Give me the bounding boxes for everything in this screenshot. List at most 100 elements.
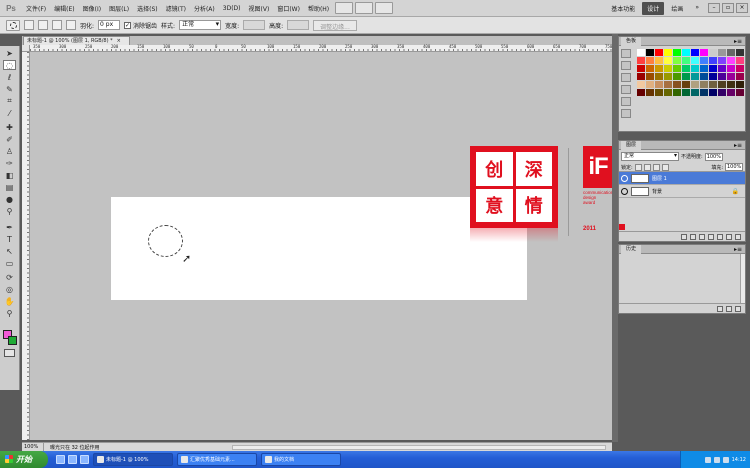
style-select[interactable]: 正常 xyxy=(179,20,222,30)
elliptical-marquee-preset-icon[interactable] xyxy=(6,19,20,31)
lasso-tool-icon[interactable]: ℓ xyxy=(3,72,16,82)
layer-thumbnail[interactable] xyxy=(631,173,649,183)
history-brush-tool-icon[interactable]: ✑ xyxy=(3,158,16,168)
styles-panel-icon[interactable] xyxy=(621,85,631,94)
intersect-selection-icon[interactable] xyxy=(66,20,76,30)
quick-mask-icon[interactable] xyxy=(4,349,15,357)
lock-transparent-icon[interactable] xyxy=(634,163,642,171)
color-swatch[interactable] xyxy=(736,81,744,88)
menu-image[interactable]: 图像(I) xyxy=(79,4,105,13)
menu-filter[interactable]: 滤镜(T) xyxy=(162,4,190,13)
color-swatch[interactable] xyxy=(637,89,645,96)
new-document-from-state-icon[interactable] xyxy=(717,305,723,312)
color-swatch[interactable] xyxy=(718,89,726,96)
layer-row[interactable]: 图层 1 xyxy=(619,172,745,185)
color-swatch[interactable] xyxy=(682,81,690,88)
color-swatch[interactable] xyxy=(709,57,717,64)
elliptical-marquee-tool-icon[interactable]: ◌ xyxy=(3,60,16,70)
3d-orbit-tool-icon[interactable]: ◎ xyxy=(3,284,16,294)
browser-icon[interactable] xyxy=(68,455,77,464)
menu-window[interactable]: 窗口(W) xyxy=(273,4,304,13)
clone-source-panel-icon[interactable] xyxy=(621,109,631,118)
color-swatch[interactable] xyxy=(736,57,744,64)
tab-swatches[interactable]: 色板 xyxy=(621,37,642,46)
workspace-essentials[interactable]: 基本功能 xyxy=(606,2,640,15)
antialias-checkbox[interactable]: ✓ 消除锯齿 xyxy=(124,21,157,30)
color-swatch[interactable] xyxy=(664,49,672,56)
menu-edit[interactable]: 编辑(E) xyxy=(50,4,78,13)
color-swatch[interactable] xyxy=(709,89,717,96)
layers-menu-icon[interactable]: ▸≡ xyxy=(734,142,742,149)
color-swatch[interactable] xyxy=(646,81,654,88)
color-swatch[interactable] xyxy=(664,57,672,64)
color-swatch[interactable] xyxy=(700,73,708,80)
delete-layer-icon[interactable] xyxy=(735,233,741,240)
layer-thumbnail[interactable] xyxy=(631,186,649,196)
refine-edge-button[interactable]: 调整边缘... xyxy=(313,19,357,31)
eyedropper-tool-icon[interactable]: ⁄ xyxy=(3,108,16,118)
menu-view[interactable]: 视图(V) xyxy=(245,4,274,13)
background-color-swatch[interactable] xyxy=(8,336,17,345)
color-panel-icon[interactable] xyxy=(621,49,631,58)
zoom-field[interactable]: 100% xyxy=(22,443,44,451)
color-swatch[interactable] xyxy=(673,81,681,88)
brush-tool-icon[interactable]: ✐ xyxy=(3,134,16,144)
new-group-icon[interactable] xyxy=(717,233,723,240)
task-documents[interactable]: 我的文档 xyxy=(261,453,341,466)
zoom-tool-icon[interactable]: ⚲ xyxy=(3,308,16,318)
zoom-level-button[interactable] xyxy=(375,2,394,14)
color-swatch[interactable] xyxy=(700,81,708,88)
dodge-tool-icon[interactable]: ⚲ xyxy=(3,206,16,216)
lock-position-icon[interactable] xyxy=(652,163,660,171)
color-swatch[interactable] xyxy=(646,73,654,80)
color-swatch[interactable] xyxy=(727,57,735,64)
workspace-painting[interactable]: 绘画 xyxy=(666,2,688,15)
vertical-ruler[interactable] xyxy=(22,52,30,440)
subtract-selection-icon[interactable] xyxy=(52,20,62,30)
ruler-origin[interactable] xyxy=(22,45,30,52)
close-button[interactable]: × xyxy=(736,3,748,13)
lock-image-icon[interactable] xyxy=(643,163,651,171)
new-layer-icon[interactable] xyxy=(726,233,732,240)
color-swatch[interactable] xyxy=(655,73,663,80)
layer-row[interactable]: 背景 🔒 xyxy=(619,185,745,198)
delete-state-icon[interactable] xyxy=(735,305,741,312)
color-swatch[interactable] xyxy=(637,57,645,64)
mini-bridge-button[interactable] xyxy=(355,2,374,14)
color-swatch[interactable] xyxy=(736,65,744,72)
color-swatch[interactable] xyxy=(646,49,654,56)
new-snapshot-icon[interactable] xyxy=(726,305,732,312)
color-swatch[interactable] xyxy=(691,65,699,72)
clone-stamp-tool-icon[interactable]: ♙ xyxy=(3,146,16,156)
color-swatch[interactable] xyxy=(682,73,690,80)
opacity-input[interactable]: 100% xyxy=(704,152,723,161)
color-swatch[interactable] xyxy=(709,73,717,80)
link-layers-icon[interactable] xyxy=(681,233,687,240)
color-swatch[interactable] xyxy=(673,65,681,72)
add-mask-icon[interactable] xyxy=(699,233,705,240)
menu-help[interactable]: 帮助(H) xyxy=(304,4,333,13)
blend-mode-select[interactable]: 正常 xyxy=(621,152,679,161)
tab-layers[interactable]: 图层 xyxy=(621,141,642,150)
menu-file[interactable]: 文件(F) xyxy=(22,4,50,13)
antialias-check-box[interactable]: ✓ xyxy=(124,21,132,29)
color-swatch[interactable] xyxy=(718,73,726,80)
layer-name[interactable]: 背景 xyxy=(652,188,662,195)
color-swatch[interactable] xyxy=(691,73,699,80)
color-swatch[interactable] xyxy=(655,49,663,56)
color-swatch[interactable] xyxy=(637,81,645,88)
crop-tool-icon[interactable]: ⌗ xyxy=(3,96,16,106)
adjustment-layer-icon[interactable] xyxy=(708,233,714,240)
lock-all-icon[interactable] xyxy=(661,163,669,171)
color-swatch[interactable] xyxy=(682,89,690,96)
minimize-button[interactable]: – xyxy=(708,3,720,13)
restore-button[interactable]: ▫ xyxy=(722,3,734,13)
gradient-tool-icon[interactable]: ▤ xyxy=(3,182,16,192)
document-canvas[interactable] xyxy=(111,197,527,300)
path-selection-tool-icon[interactable]: ↖ xyxy=(3,246,16,256)
feather-input[interactable]: 0 px xyxy=(98,20,121,30)
new-selection-icon[interactable] xyxy=(24,20,34,30)
color-swatch[interactable] xyxy=(664,65,672,72)
color-swatch[interactable] xyxy=(718,65,726,72)
adjustments-panel-icon[interactable] xyxy=(621,61,631,70)
